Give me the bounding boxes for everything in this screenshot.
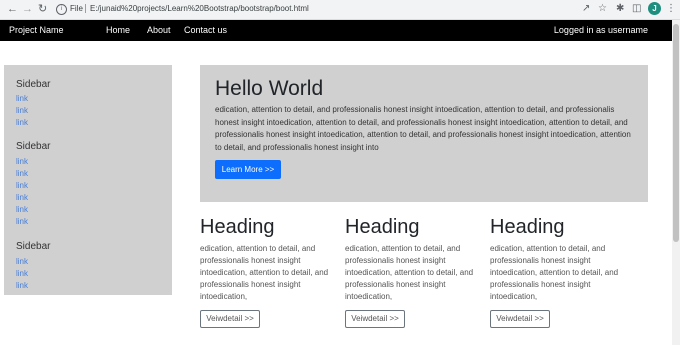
forward-icon[interactable]: → [22, 1, 33, 18]
sidebar-link[interactable]: link [16, 217, 28, 226]
sidebar-link[interactable]: link [16, 193, 28, 202]
sidebar-title: Sidebar [16, 141, 51, 152]
share-icon[interactable]: ↗ [582, 1, 590, 17]
url-divider [85, 4, 86, 13]
browser-toolbar: ← → ↻ i File E:/junaid%20projects/Learn%… [0, 0, 680, 20]
brand-link[interactable]: Project Name [9, 20, 64, 41]
content-column: Heading edication, attention to detail, … [490, 215, 625, 328]
nav-link-home[interactable]: Home [106, 20, 130, 41]
column-text: edication, attention to detail, and prof… [345, 244, 474, 301]
content-column: Heading edication, attention to detail, … [200, 215, 335, 328]
hero-title: Hello World [215, 77, 324, 100]
nav-link-contact[interactable]: Contact us [184, 20, 227, 41]
info-icon[interactable]: i [56, 4, 67, 15]
scrollbar-thumb[interactable] [673, 24, 679, 242]
address-bar[interactable]: i File E:/junaid%20projects/Learn%20Boot… [54, 1, 622, 16]
sidebar-link[interactable]: link [16, 106, 28, 115]
nav-link-about[interactable]: About [147, 20, 171, 41]
learn-more-button[interactable]: Learn More >> [215, 160, 281, 179]
sidebar-link[interactable]: link [16, 157, 28, 166]
view-detail-button[interactable]: Veiwdetail >> [345, 310, 405, 328]
menu-icon[interactable]: ⋮ [666, 1, 676, 17]
column-text: edication, attention to detail, and prof… [200, 244, 329, 301]
sidebar-link[interactable]: link [16, 257, 28, 266]
sidebar-link[interactable]: link [16, 205, 28, 214]
column-heading: Heading [490, 216, 565, 238]
sidebar-title: Sidebar [16, 79, 51, 90]
sidebar-toggle-icon[interactable]: ◫ [632, 1, 641, 17]
sidebar: Sidebar link link link Sidebar link link… [4, 65, 172, 295]
sidebar-link[interactable]: link [16, 118, 28, 127]
star-icon[interactable]: ☆ [598, 1, 607, 17]
url-text[interactable]: E:/junaid%20projects/Learn%20Bootstrap/b… [90, 1, 309, 16]
login-status: Logged in as username [553, 25, 648, 35]
view-detail-button[interactable]: Veiwdetail >> [200, 310, 260, 328]
content-column: Heading edication, attention to detail, … [345, 215, 480, 328]
url-scheme: File [70, 4, 83, 13]
sidebar-title: Sidebar [16, 241, 51, 252]
reload-icon[interactable]: ↻ [38, 1, 47, 18]
extensions-icon[interactable]: ✱ [616, 1, 624, 17]
sidebar-link[interactable]: link [16, 94, 28, 103]
back-icon[interactable]: ← [7, 1, 18, 18]
sidebar-link[interactable]: link [16, 281, 28, 290]
column-heading: Heading [345, 216, 420, 238]
column-heading: Heading [200, 216, 275, 238]
sidebar-link[interactable]: link [16, 269, 28, 278]
top-navbar: Project Name Home About Contact us Logge… [0, 20, 672, 41]
sidebar-link[interactable]: link [16, 169, 28, 178]
view-detail-button[interactable]: Veiwdetail >> [490, 310, 550, 328]
column-text: edication, attention to detail, and prof… [490, 244, 619, 301]
hero-panel: Hello World edication, attention to deta… [200, 65, 648, 202]
profile-avatar[interactable]: J [648, 2, 661, 15]
sidebar-link[interactable]: link [16, 181, 28, 190]
hero-text: edication, attention to detail, and prof… [215, 105, 631, 152]
